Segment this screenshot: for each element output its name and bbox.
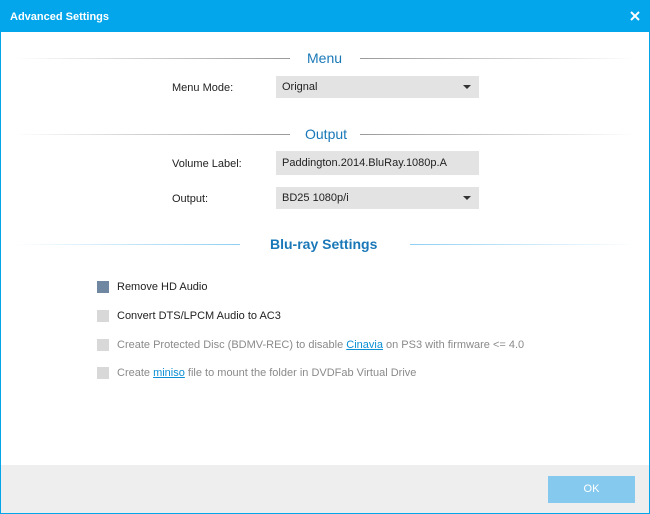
title-bar: Advanced Settings (0, 0, 650, 32)
bluray-section-title: Blu-ray Settings (270, 236, 378, 252)
output-section-header: Output (0, 124, 650, 144)
chevron-down-icon (463, 196, 471, 200)
divider-right (410, 244, 635, 245)
menu-mode-value: Orignal (282, 81, 318, 93)
convert-dts-checkbox[interactable] (97, 310, 109, 322)
close-button[interactable] (628, 9, 642, 23)
divider-left (15, 134, 290, 135)
remove-hd-audio-checkbox[interactable] (97, 281, 109, 293)
option-label-before: Create Protected Disc (BDMV-REC) to disa… (117, 339, 347, 351)
option-label-after: file to mount the folder in DVDFab Virtu… (184, 367, 417, 379)
ok-button[interactable]: OK (548, 476, 635, 503)
menu-mode-select[interactable]: Orignal (276, 76, 479, 98)
volume-label-input[interactable] (276, 151, 479, 175)
option-label: Convert DTS/LPCM Audio to AC3 (117, 310, 281, 322)
output-section-title: Output (305, 126, 348, 142)
close-icon (630, 11, 640, 21)
option-label-before: Create (117, 367, 154, 379)
option-label: Create Protected Disc (BDMV-REC) to disa… (117, 339, 524, 351)
volume-label-label: Volume Label: (172, 158, 242, 170)
divider-right (360, 134, 635, 135)
menu-mode-label: Menu Mode: (172, 82, 234, 94)
divider-left (15, 244, 240, 245)
output-value: BD25 1080p/i (282, 192, 349, 204)
chevron-down-icon (463, 85, 471, 89)
menu-section-header: Menu (0, 48, 650, 68)
menu-section-title: Menu (307, 50, 343, 66)
output-label: Output: (172, 193, 209, 205)
divider-right (360, 58, 635, 59)
cinavia-link[interactable]: Cinavia (346, 339, 383, 351)
miniso-checkbox (97, 367, 109, 379)
option-label: Create miniso file to mount the folder i… (117, 367, 416, 379)
protected-disc-checkbox (97, 339, 109, 351)
miniso-link[interactable]: miniso (153, 367, 185, 379)
divider-left (15, 58, 290, 59)
option-label: Remove HD Audio (117, 281, 208, 293)
window-title: Advanced Settings (10, 11, 110, 23)
bluray-section-header: Blu-ray Settings (0, 234, 650, 254)
dialog-frame (0, 32, 650, 514)
option-label-after: on PS3 with firmware <= 4.0 (382, 339, 525, 351)
output-select[interactable]: BD25 1080p/i (276, 187, 479, 209)
